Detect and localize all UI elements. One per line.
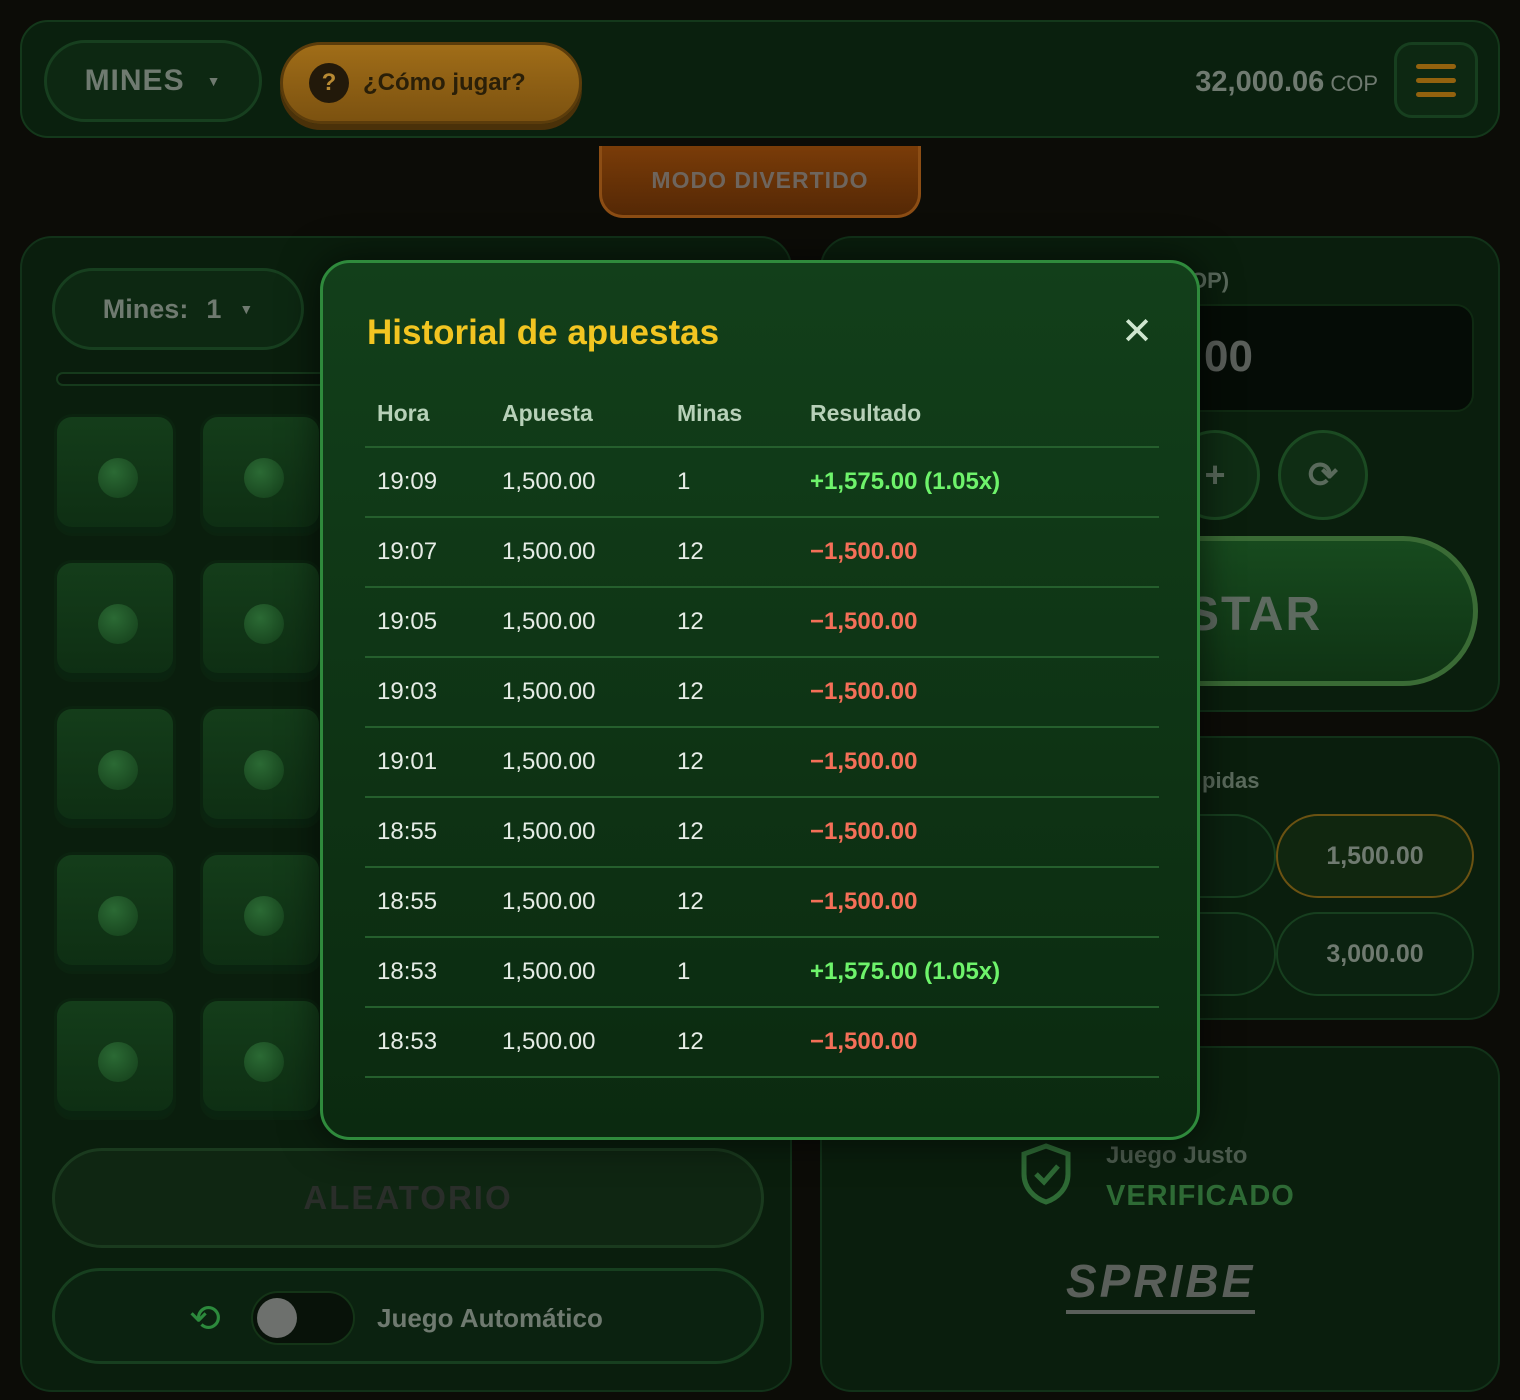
table-row: 19:01 1,500.00 12 −1,500.00 (365, 727, 1159, 798)
cell-time: 19:05 (365, 587, 490, 658)
cell-time: 19:01 (365, 727, 490, 798)
auto-play-label: Juego Automático (377, 1303, 603, 1333)
mines-label: Mines: (102, 293, 189, 324)
cell-result: −1,500.00 (798, 727, 1159, 798)
auto-play-row: ⟲ Juego Automático (52, 1268, 764, 1364)
mines-count: 1 (206, 293, 222, 324)
bet-history-modal: Historial de apuestas ✕ Hora Apuesta Min… (320, 260, 1200, 1140)
auto-play-toggle[interactable] (251, 1291, 355, 1345)
fun-mode-banner: MODO DIVERTIDO (599, 146, 921, 218)
verified-label: VERIFICADO (1106, 1180, 1295, 1212)
cell-bet: 1,500.00 (490, 867, 665, 938)
table-row: 18:53 1,500.00 1 +1,575.00 (1.05x) (365, 937, 1159, 1008)
cell-result: +1,575.00 (1.05x) (798, 937, 1159, 1008)
mine-tile[interactable] (200, 414, 322, 536)
help-icon: ? (309, 63, 349, 103)
cell-time: 18:53 (365, 937, 490, 1008)
balance-currency: COP (1330, 71, 1378, 96)
table-row: 19:07 1,500.00 12 −1,500.00 (365, 517, 1159, 588)
mines-count-dropdown[interactable]: Mines: 1 ▼ (52, 268, 304, 350)
column-header: Minas (665, 381, 798, 448)
cell-bet: 1,500.00 (490, 1007, 665, 1078)
cell-mines: 12 (665, 587, 798, 658)
quick-bets-label: pidas (1202, 768, 1260, 793)
cell-bet: 1,500.00 (490, 447, 665, 518)
cell-mines: 12 (665, 797, 798, 868)
table-row: 19:05 1,500.00 12 −1,500.00 (365, 587, 1159, 658)
modal-title: Historial de apuestas (367, 313, 720, 352)
column-header: Resultado (798, 381, 1159, 448)
cell-time: 19:09 (365, 447, 490, 518)
column-header: Hora (365, 381, 490, 448)
cell-mines: 12 (665, 517, 798, 588)
cell-time: 19:07 (365, 517, 490, 588)
cell-time: 18:53 (365, 1007, 490, 1078)
top-bar: MINES ▼ ? ¿Cómo jugar? 32,000.06 COP (20, 20, 1500, 138)
cell-bet: 1,500.00 (490, 657, 665, 728)
bet-history-table: Hora Apuesta Minas Resultado 19:09 1,500.… (365, 381, 1159, 1078)
cell-mines: 1 (665, 937, 798, 1008)
cell-mines: 12 (665, 1007, 798, 1078)
game-select-dropdown[interactable]: MINES ▼ (44, 40, 262, 122)
fair-game-label: Juego Justo (1106, 1142, 1248, 1169)
autoplay-icon: ⟲ (189, 1298, 221, 1340)
close-icon[interactable]: ✕ (1121, 309, 1153, 354)
balance-display: 32,000.06 COP (1195, 66, 1378, 99)
cell-result: +1,575.00 (1.05x) (798, 447, 1159, 518)
table-row: 18:55 1,500.00 12 −1,500.00 (365, 867, 1159, 938)
random-button-label: ALEATORIO (303, 1179, 513, 1216)
game-select-label: MINES (84, 64, 185, 97)
mine-tile[interactable] (54, 560, 176, 682)
table-row: 18:55 1,500.00 12 −1,500.00 (365, 797, 1159, 868)
hamburger-menu-icon[interactable] (1394, 42, 1478, 118)
random-button[interactable]: ALEATORIO (52, 1148, 764, 1248)
refresh-icon[interactable]: ⟳ (1278, 430, 1368, 520)
table-row: 19:09 1,500.00 1 +1,575.00 (1.05x) (365, 447, 1159, 518)
cell-time: 18:55 (365, 867, 490, 938)
table-row: 18:53 1,500.00 12 −1,500.00 (365, 1007, 1159, 1078)
cell-time: 18:55 (365, 797, 490, 868)
cell-result: −1,500.00 (798, 517, 1159, 588)
cell-result: −1,500.00 (798, 657, 1159, 728)
cell-bet: 1,500.00 (490, 727, 665, 798)
caret-down-icon: ▼ (239, 301, 254, 317)
mine-tile[interactable] (54, 706, 176, 828)
cell-mines: 12 (665, 727, 798, 798)
cell-result: −1,500.00 (798, 867, 1159, 938)
bet-amount-value: 00 (1204, 332, 1253, 381)
quick-bet-button[interactable]: 3,000.00 (1276, 912, 1474, 996)
how-to-play-button[interactable]: ? ¿Cómo jugar? (280, 42, 582, 124)
cell-bet: 1,500.00 (490, 587, 665, 658)
mine-tile[interactable] (200, 560, 322, 682)
table-row: 19:03 1,500.00 12 −1,500.00 (365, 657, 1159, 728)
cell-mines: 12 (665, 657, 798, 728)
mine-tile[interactable] (54, 998, 176, 1120)
how-to-play-label: ¿Cómo jugar? (363, 69, 526, 96)
caret-down-icon: ▼ (206, 73, 222, 89)
mine-tile[interactable] (200, 998, 322, 1120)
quick-bet-button[interactable]: 1,500.00 (1276, 814, 1474, 898)
cell-bet: 1,500.00 (490, 517, 665, 588)
cell-bet: 1,500.00 (490, 797, 665, 868)
spribe-logo[interactable]: SPRIBE (1066, 1254, 1256, 1314)
column-header: Apuesta (490, 381, 665, 448)
cell-mines: 12 (665, 867, 798, 938)
balance-amount: 32,000.06 (1195, 66, 1325, 98)
mine-tile[interactable] (54, 852, 176, 974)
shield-check-icon (1021, 1143, 1071, 1205)
cell-bet: 1,500.00 (490, 937, 665, 1008)
mine-tile[interactable] (200, 706, 322, 828)
cell-result: −1,500.00 (798, 797, 1159, 868)
fun-mode-label: MODO DIVERTIDO (651, 167, 869, 193)
cell-mines: 1 (665, 447, 798, 518)
mine-tile[interactable] (54, 414, 176, 536)
mine-tile[interactable] (200, 852, 322, 974)
cell-time: 19:03 (365, 657, 490, 728)
start-button-label: STAR (1187, 588, 1323, 641)
cell-result: −1,500.00 (798, 587, 1159, 658)
cell-result: −1,500.00 (798, 1007, 1159, 1078)
